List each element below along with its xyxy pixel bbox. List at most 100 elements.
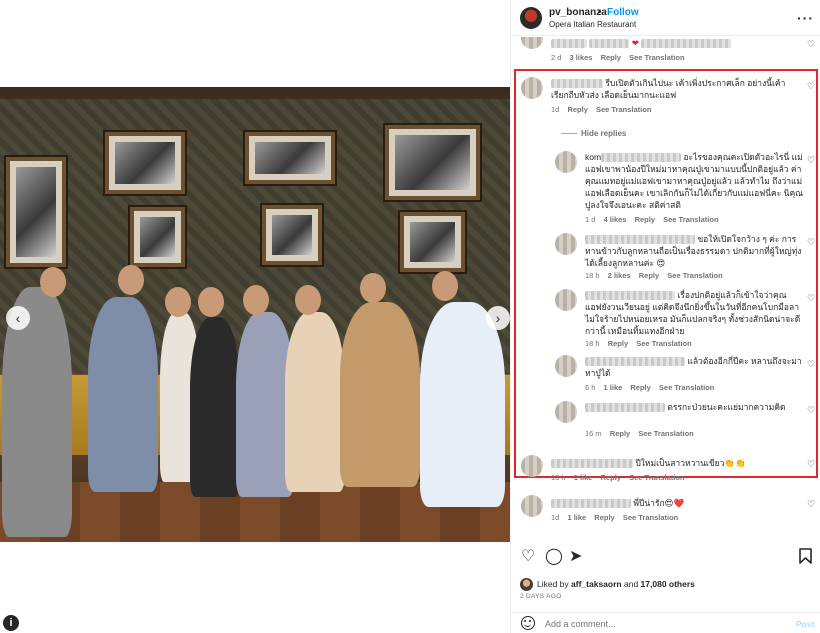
heart-icon[interactable]: ♡: [807, 155, 815, 166]
comments-list[interactable]: ❤ 2 d 3 likes Reply See Translation ♡ รี…: [511, 37, 820, 537]
avatar[interactable]: [555, 233, 577, 255]
avatar[interactable]: [521, 77, 543, 99]
avatar[interactable]: [555, 355, 577, 377]
separator-dot: •: [598, 7, 602, 18]
comment-likes[interactable]: 1 like: [567, 513, 586, 522]
avatar[interactable]: [555, 401, 577, 423]
emoji-icon[interactable]: [521, 616, 535, 630]
comment-composer: Post: [511, 612, 820, 633]
reply-button[interactable]: Reply: [601, 53, 621, 62]
wall-frame: [130, 207, 185, 267]
reply-time: 6 h: [585, 383, 596, 392]
person: [285, 312, 345, 492]
reply-username[interactable]: kom: [585, 152, 601, 162]
see-translation-button[interactable]: See Translation: [667, 271, 722, 280]
action-bar: ♡ ◯ ➤: [511, 548, 820, 574]
reply-button[interactable]: Reply: [594, 513, 614, 522]
avatar[interactable]: [521, 37, 543, 49]
person: [190, 317, 240, 497]
send-icon[interactable]: ➤: [569, 548, 582, 566]
comment-input[interactable]: [545, 617, 785, 631]
wall-frame: [245, 132, 335, 184]
heart-icon[interactable]: ♡: [807, 459, 815, 470]
see-translation-button[interactable]: See Translation: [663, 215, 718, 224]
heart-icon[interactable]: ♡: [807, 359, 815, 370]
heart-icon[interactable]: ♡: [807, 405, 815, 416]
see-translation-button[interactable]: See Translation: [638, 429, 693, 438]
more-horizontal-icon[interactable]: ···: [797, 10, 814, 26]
person: [88, 297, 158, 492]
person-head: [432, 271, 458, 301]
comment-meta: 1d Reply See Translation: [551, 105, 657, 114]
post-header: pv_bonanza • Follow Opera Italian Restau…: [511, 0, 820, 36]
post-date[interactable]: 2 DAYS AGO: [520, 593, 562, 600]
reply-button[interactable]: Reply: [610, 429, 630, 438]
avatar[interactable]: [521, 455, 543, 477]
comment-time: 18 h: [551, 473, 566, 482]
likes-prefix: Liked by: [537, 579, 569, 589]
comment-likes[interactable]: 1 like: [574, 473, 593, 482]
reply-time: 1 d: [585, 215, 596, 224]
reply-likes[interactable]: 2 likes: [608, 271, 631, 280]
user-tags-icon[interactable]: i: [3, 615, 19, 631]
avatar[interactable]: [555, 151, 577, 173]
heart-icon[interactable]: ♡: [807, 499, 815, 510]
liker-username[interactable]: aff_taksaorn: [571, 579, 622, 589]
reply-time: 16 m: [585, 429, 602, 438]
reply-button[interactable]: Reply: [635, 215, 655, 224]
reply-button[interactable]: Reply: [639, 271, 659, 280]
post-button[interactable]: Post: [796, 619, 814, 629]
reply-button[interactable]: Reply: [601, 473, 621, 482]
see-translation-button[interactable]: See Translation: [629, 53, 684, 62]
likes-summary: Liked by aff_taksaorn and 17,080 others: [520, 578, 820, 592]
reply-likes[interactable]: 1 like: [604, 383, 623, 392]
comment-time: 1d: [551, 105, 560, 114]
hide-replies-button[interactable]: Hide replies: [581, 129, 626, 138]
see-translation-button[interactable]: See Translation: [623, 513, 678, 522]
comment-icon[interactable]: ◯: [545, 548, 563, 566]
location-label[interactable]: Opera Italian Restaurant: [549, 20, 636, 29]
reply-time: 18 h: [585, 339, 600, 348]
likes-connector: and: [623, 579, 639, 589]
wall-frame: [6, 157, 66, 267]
see-translation-button[interactable]: See Translation: [629, 473, 684, 482]
heart-icon[interactable]: ♡: [807, 293, 815, 304]
heart-icon[interactable]: ♡: [807, 39, 815, 50]
person: [420, 302, 505, 507]
reply-meta: 18 h 2 likes Reply See Translation: [585, 271, 729, 280]
heart-icon[interactable]: ♡: [521, 548, 535, 566]
reply-body: เรื่องปกติอยู่แล้วก็เข้าใจว่าคุณแอฟยังวน…: [585, 289, 803, 337]
avatar[interactable]: [555, 289, 577, 311]
comment-likes[interactable]: 3 likes: [570, 53, 593, 62]
comment-meta: 2 d 3 likes Reply See Translation: [551, 53, 691, 62]
person-head: [295, 285, 321, 315]
follow-button[interactable]: Follow: [607, 7, 639, 18]
previous-photo-button[interactable]: ‹: [6, 306, 30, 330]
avatar[interactable]: [520, 7, 542, 29]
post-photo[interactable]: [0, 87, 510, 542]
see-translation-button[interactable]: See Translation: [596, 105, 651, 114]
reply-text: ตรรกะป่วยนะคะแย่มากความคิด: [667, 402, 786, 412]
reply-button[interactable]: Reply: [630, 383, 650, 392]
heart-icon[interactable]: ♡: [807, 237, 815, 248]
reply-likes[interactable]: 4 likes: [604, 215, 627, 224]
avatar[interactable]: [520, 578, 533, 591]
see-translation-button[interactable]: See Translation: [636, 339, 691, 348]
person-head: [165, 287, 191, 317]
comment-text: ปีใหม่เป็นสาวหวานเขียว👏👏: [635, 458, 746, 468]
see-translation-button[interactable]: See Translation: [659, 383, 714, 392]
bookmark-icon[interactable]: [799, 548, 812, 569]
likes-count[interactable]: 17,080 others: [641, 579, 695, 589]
reply-meta: 6 h 1 like Reply See Translation: [585, 383, 720, 392]
person-head: [360, 273, 386, 303]
heart-icon[interactable]: ♡: [807, 81, 815, 92]
reply-body: แล้วต้องอีกกี่ปีคะ หลานถึงจะมาหาปู่ได้: [585, 355, 803, 379]
next-photo-button[interactable]: ›: [486, 306, 510, 330]
comment-body: รีบเปิดตัวเกินไปนะ เค้าเพิ่งประกาศเล็ก อ…: [551, 77, 801, 101]
reply-body: kom อะไรของคุณคะเปิดตัวอะไรนี่ แม่แอฟเขา…: [585, 151, 803, 211]
person-head: [40, 267, 66, 297]
comment-body: พี่ปีน่ารัก😍❤️: [551, 497, 801, 509]
avatar[interactable]: [521, 495, 543, 517]
reply-button[interactable]: Reply: [567, 105, 587, 114]
reply-button[interactable]: Reply: [608, 339, 628, 348]
